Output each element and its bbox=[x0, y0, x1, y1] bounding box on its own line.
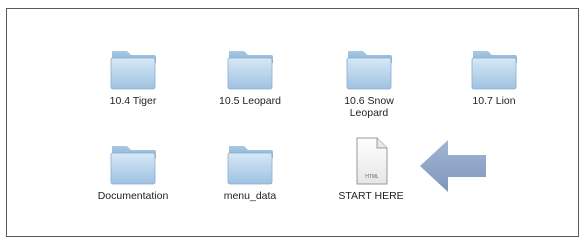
folder-documentation[interactable]: Documentation bbox=[85, 140, 181, 202]
html-badge: HTML bbox=[365, 174, 379, 180]
folder-icon bbox=[471, 51, 517, 90]
folder-label: 10.6 Snow Leopard bbox=[344, 95, 394, 119]
folder-10-5-leopard[interactable]: 10.5 Leopard bbox=[202, 45, 298, 107]
folder-icon bbox=[110, 146, 156, 185]
folder-10-6-snow-leopard[interactable]: 10.6 Snow Leopard bbox=[321, 45, 417, 119]
html-file-icon: HTML bbox=[356, 137, 388, 185]
folder-icon bbox=[227, 146, 273, 185]
folder-10-7-lion[interactable]: 10.7 Lion bbox=[446, 45, 542, 107]
finder-window: 10.4 Tiger 10.5 Leopard 10.6 Snow Leopar… bbox=[6, 8, 579, 237]
left-arrow-icon bbox=[420, 140, 486, 192]
folder-label: Documentation bbox=[97, 190, 169, 202]
folder-label: 10.5 Leopard bbox=[219, 95, 281, 107]
folder-icon bbox=[346, 51, 392, 90]
folder-label: menu_data bbox=[223, 190, 277, 202]
folder-menu-data[interactable]: menu_data bbox=[202, 140, 298, 202]
folder-icon bbox=[227, 51, 273, 90]
file-label: START HERE bbox=[338, 190, 404, 202]
file-start-here[interactable]: HTML START HERE bbox=[323, 136, 419, 202]
folder-icon bbox=[110, 51, 156, 90]
folder-10-4-tiger[interactable]: 10.4 Tiger bbox=[85, 45, 181, 107]
folder-label: 10.7 Lion bbox=[472, 95, 516, 107]
folder-label: 10.4 Tiger bbox=[109, 95, 157, 107]
